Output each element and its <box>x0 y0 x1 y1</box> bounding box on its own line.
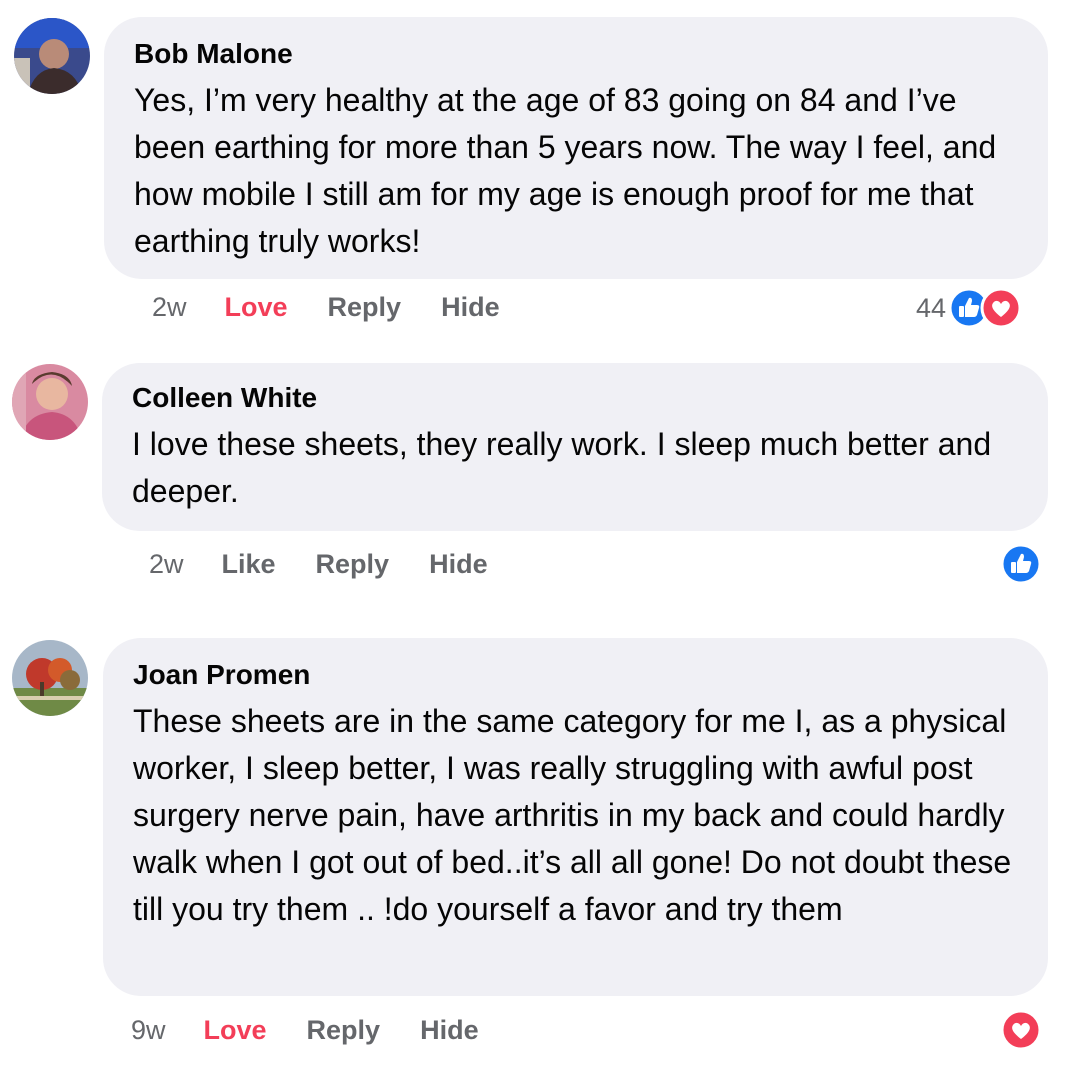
hide-button[interactable]: Hide <box>429 549 488 580</box>
comment-text: I love these sheets, they really work. I… <box>132 426 992 509</box>
comments-thread: Bob Malone Yes, I’m very healthy at the … <box>0 0 1080 1080</box>
comment-bubble: Joan Promen These sheets are in the same… <box>103 638 1048 996</box>
like-button[interactable]: Like <box>222 549 276 580</box>
comment-bubble: Colleen White I love these sheets, they … <box>102 363 1048 531</box>
comment-bubble: Bob Malone Yes, I’m very healthy at the … <box>104 17 1048 279</box>
love-button[interactable]: Love <box>204 1015 267 1046</box>
reply-button[interactable]: Reply <box>307 1015 381 1046</box>
reactions-summary[interactable] <box>1000 543 1042 585</box>
avatar[interactable] <box>12 364 88 440</box>
comment-author[interactable]: Bob Malone <box>134 37 1018 71</box>
comment-text: These sheets are in the same category fo… <box>133 703 1012 927</box>
comment-timestamp[interactable]: 2w <box>152 292 187 323</box>
reactions-summary[interactable]: 44 <box>916 287 1022 329</box>
love-icon <box>1000 1009 1042 1051</box>
avatar[interactable] <box>14 18 90 94</box>
comment-author[interactable]: Colleen White <box>132 381 1018 415</box>
love-button[interactable]: Love <box>225 292 288 323</box>
comment-text: Yes, I’m very healthy at the age of 83 g… <box>134 82 997 259</box>
love-icon <box>980 287 1022 329</box>
comment-timestamp[interactable]: 2w <box>149 549 184 580</box>
hide-button[interactable]: Hide <box>420 1015 479 1046</box>
reply-button[interactable]: Reply <box>316 549 390 580</box>
reaction-count: 44 <box>916 292 947 323</box>
avatar[interactable] <box>12 640 88 716</box>
comment-timestamp[interactable]: 9w <box>131 1015 166 1046</box>
reactions-summary[interactable] <box>1000 1009 1042 1051</box>
comment-actions: 2w Love Reply Hide <box>152 292 540 323</box>
comment-author[interactable]: Joan Promen <box>133 658 1018 692</box>
comment-actions: 2w Like Reply Hide <box>149 549 528 580</box>
reply-button[interactable]: Reply <box>328 292 402 323</box>
like-icon <box>1000 543 1042 585</box>
hide-button[interactable]: Hide <box>441 292 500 323</box>
comment-actions: 9w Love Reply Hide <box>131 1015 519 1046</box>
